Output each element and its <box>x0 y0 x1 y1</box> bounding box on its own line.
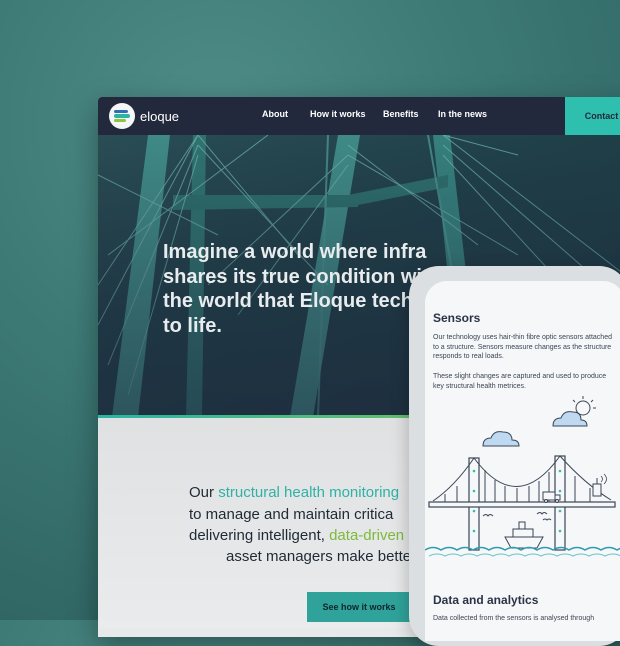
top-navigation-bar: eloque About How it works Benefits In th… <box>98 97 620 135</box>
contact-button[interactable]: Contact <box>565 97 620 135</box>
sensors-paragraph-2: These slight changes are captured and us… <box>433 373 607 390</box>
nav-item-how-it-works[interactable]: How it works <box>310 109 366 119</box>
data-analytics-heading: Data and analytics <box>433 593 539 607</box>
mission-line-2: to manage and maintain critica <box>189 506 394 523</box>
sun-cloud-icon <box>552 396 596 427</box>
sensors-heading: Sensors <box>433 311 481 325</box>
brand-name[interactable]: eloque <box>140 109 179 124</box>
data-analytics-paragraph: Data collected from the sensors is analy… <box>433 615 595 622</box>
bridge-illustration <box>425 396 620 557</box>
nav-item-benefits[interactable]: Benefits <box>383 109 419 119</box>
ship-icon <box>504 521 544 549</box>
sensors-paragraph-1: Our technology uses hair-thin fibre opti… <box>433 334 612 360</box>
eloque-logo-icon[interactable] <box>109 103 135 129</box>
nav-item-in-the-news[interactable]: In the news <box>438 109 487 119</box>
cloud-icon <box>482 431 520 447</box>
see-how-it-works-button[interactable]: See how it works <box>307 592 411 622</box>
bird-icon <box>482 512 552 521</box>
nav-item-about[interactable]: About <box>262 109 288 119</box>
mission-line-4: asset managers make bette <box>226 548 412 565</box>
mission-line-1: Our structural health monitoring <box>189 484 400 501</box>
phone-screen: Sensors Our technology uses hair-thin fi… <box>425 281 620 641</box>
mission-line-3: delivering intelligent, data-driven <box>189 527 405 544</box>
